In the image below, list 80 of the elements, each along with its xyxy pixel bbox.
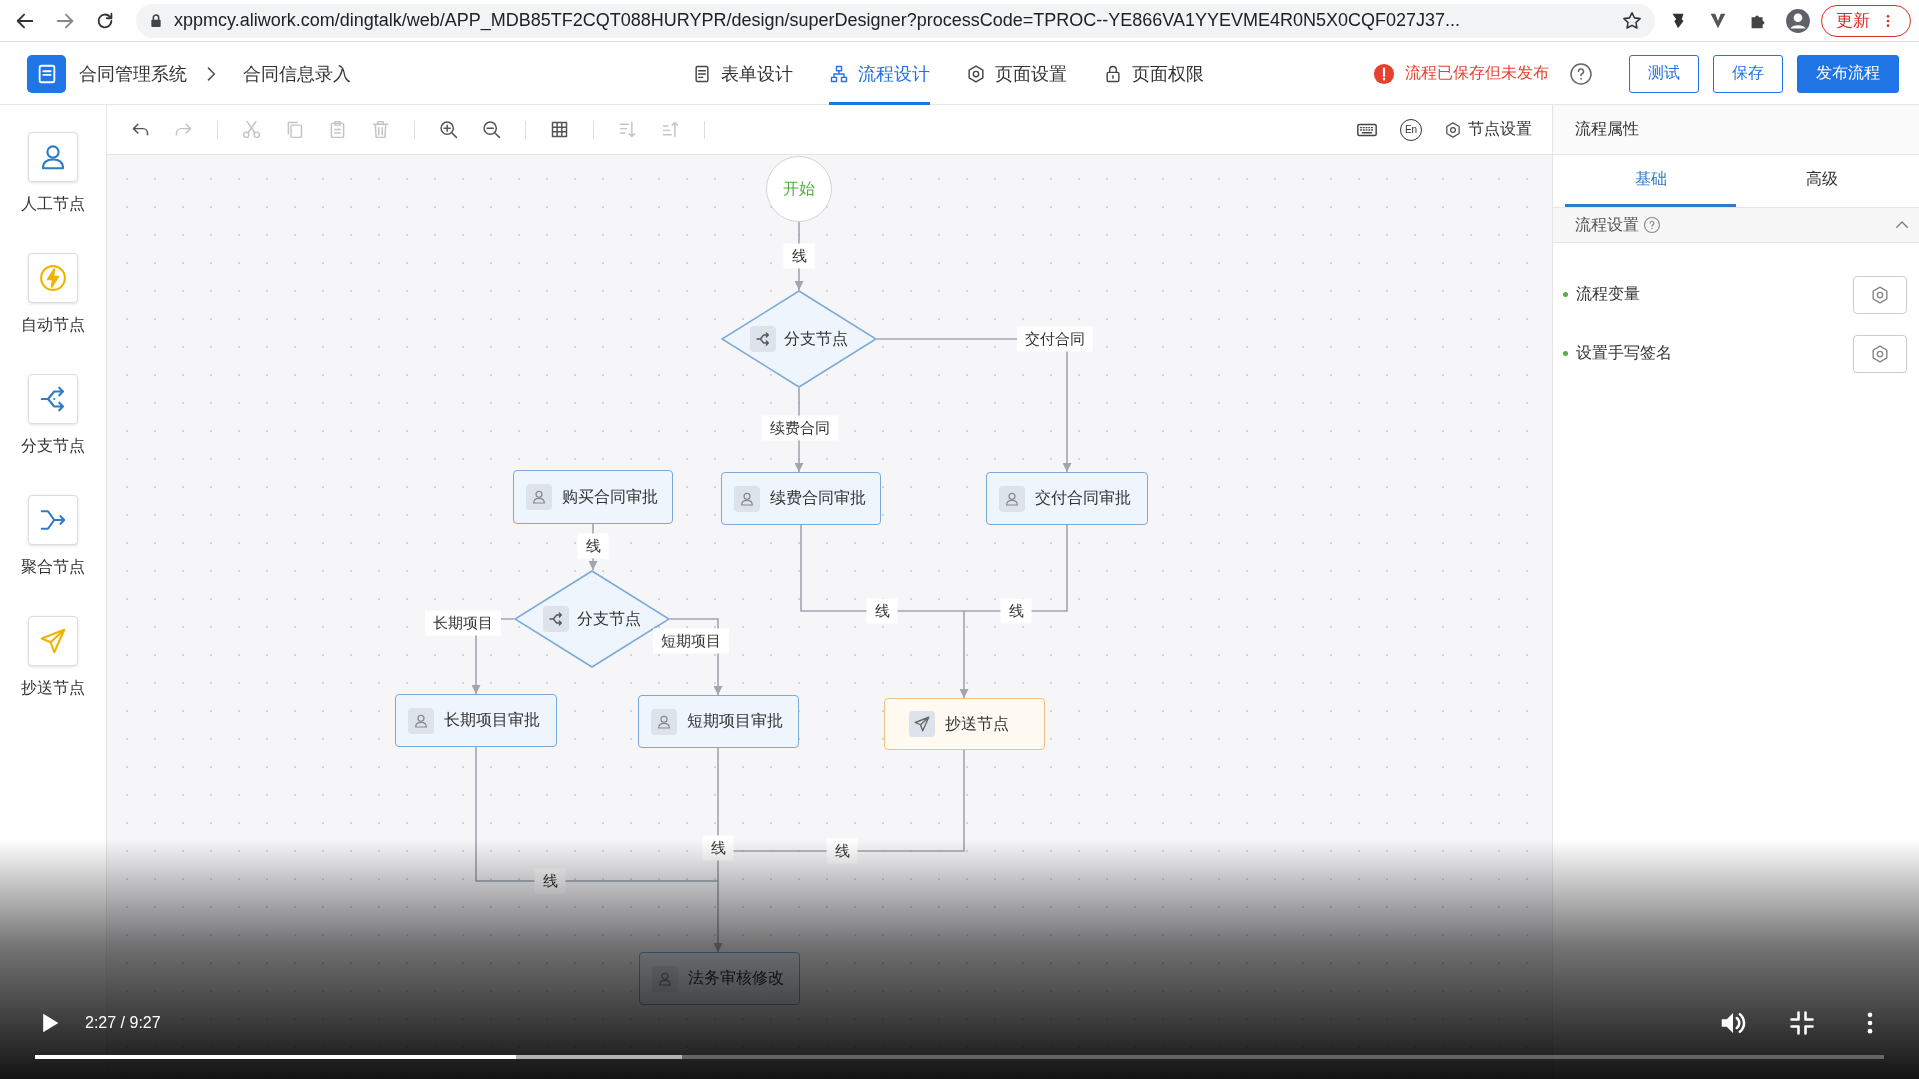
node-label: 交付合同审批 [1035,488,1131,508]
update-button[interactable]: 更新 [1821,4,1911,37]
exit-fullscreen-icon[interactable] [1788,1009,1816,1037]
settings-icon [966,63,986,84]
edge-label: 线 [866,598,898,624]
edge-label: 线 [783,243,815,269]
node-label: 长期项目审批 [444,710,540,730]
help-icon[interactable] [1569,61,1593,86]
person-icon [734,485,760,512]
person-icon [652,965,678,992]
palette-item[interactable] [28,132,78,182]
lightning-icon [38,263,68,293]
palette-label: 人工节点 [21,194,85,214]
progress-bar[interactable] [35,1055,1884,1059]
section-title: 流程设置 [1575,214,1639,235]
start-node: 开始 [766,156,832,222]
edge-label: 长期项目 [425,610,501,636]
edge-label: 交付合同 [1017,326,1093,352]
status-text: 流程已保存但未发布 [1405,63,1549,83]
palette-label: 抄送节点 [21,678,85,698]
settings-icon [1870,343,1890,364]
header-button[interactable]: 测试 [1629,54,1699,93]
palette-label: 分支节点 [21,436,85,456]
help-icon[interactable] [1643,216,1661,234]
video-time: 2:27 / 9:27 [85,1014,161,1032]
header-tab[interactable]: 页面权限 [1103,42,1204,105]
edge-label: 线 [534,868,566,894]
edge-label: 线 [577,533,609,559]
node-settings-button[interactable]: 节点设置 [1444,119,1532,140]
paper-plane-icon [38,626,68,656]
branch-icon [750,326,776,352]
panel-tab[interactable]: 高级 [1736,155,1907,207]
branch-icon [543,606,569,632]
person-icon [651,708,677,735]
settings-icon [1870,284,1890,305]
lock-icon [1103,63,1123,84]
node-label: 抄送节点 [945,713,1009,734]
settings-icon [1444,120,1462,139]
star-icon[interactable] [1621,9,1643,32]
grid-icon[interactable] [549,119,570,140]
settings-button[interactable] [1853,275,1907,314]
person-icon [999,485,1025,512]
edge-label: 线 [702,835,734,861]
breadcrumb-link[interactable]: 合同管理系统 [79,61,187,86]
page-title: 合同信息录入 [243,62,351,86]
palette-item[interactable] [28,495,78,545]
node-label: 法务审核修改 [688,968,784,988]
lock-icon [148,12,164,29]
app-logo[interactable] [27,54,66,93]
header-button[interactable]: 保存 [1713,54,1783,93]
node-label: 购买合同审批 [562,486,658,507]
setting-label: 设置手写签名 [1576,343,1672,363]
palette-item[interactable] [28,374,78,424]
zoom-in-icon[interactable] [438,119,459,140]
palette-label: 自动节点 [21,315,85,335]
node-label: 分支节点 [577,608,641,629]
person-icon [526,484,552,510]
setting-label: 流程变量 [1576,284,1640,304]
header-tab[interactable]: 页面设置 [966,42,1067,105]
node-label: 分支节点 [784,328,848,349]
publish-button[interactable]: 发布流程 [1797,54,1899,93]
palette-label: 聚合节点 [21,557,85,577]
edge-label: 短期项目 [653,628,729,654]
url-text: xppmcy.aliwork.com/dingtalk/web/APP_MDB85TF2CQT088HURYPR/design/superDesigner?processCode=TPROC--YE866VA1YYEVME4R0N5X0CQF027J37... [174,10,1462,31]
warning-icon [1373,62,1395,85]
panel-title: 流程属性 [1575,119,1639,139]
edge-label: 线 [826,838,858,864]
node-label: 续费合同审批 [770,488,866,508]
flowchart-icon [829,63,849,84]
settings-button[interactable] [1853,334,1907,373]
node-label: 短期项目审批 [687,711,783,731]
document-icon [692,63,712,84]
header-tab[interactable]: 表单设计 [692,42,793,105]
avatar-icon[interactable] [1785,7,1811,34]
edge-label: 线 [1000,598,1032,624]
address-bar[interactable]: xppmcy.aliwork.com/dingtalk/web/APP_MDB85TF2CQT088HURYPR/design/superDesigner?processCode=TPROC--YE866VA1YYEVME4R0N5X0CQF027J37... [136,3,1655,38]
person-icon [408,707,434,734]
edge-label: 续费合同 [762,415,838,441]
zoom-out-icon[interactable] [481,119,502,140]
paper-plane-icon [909,711,935,737]
